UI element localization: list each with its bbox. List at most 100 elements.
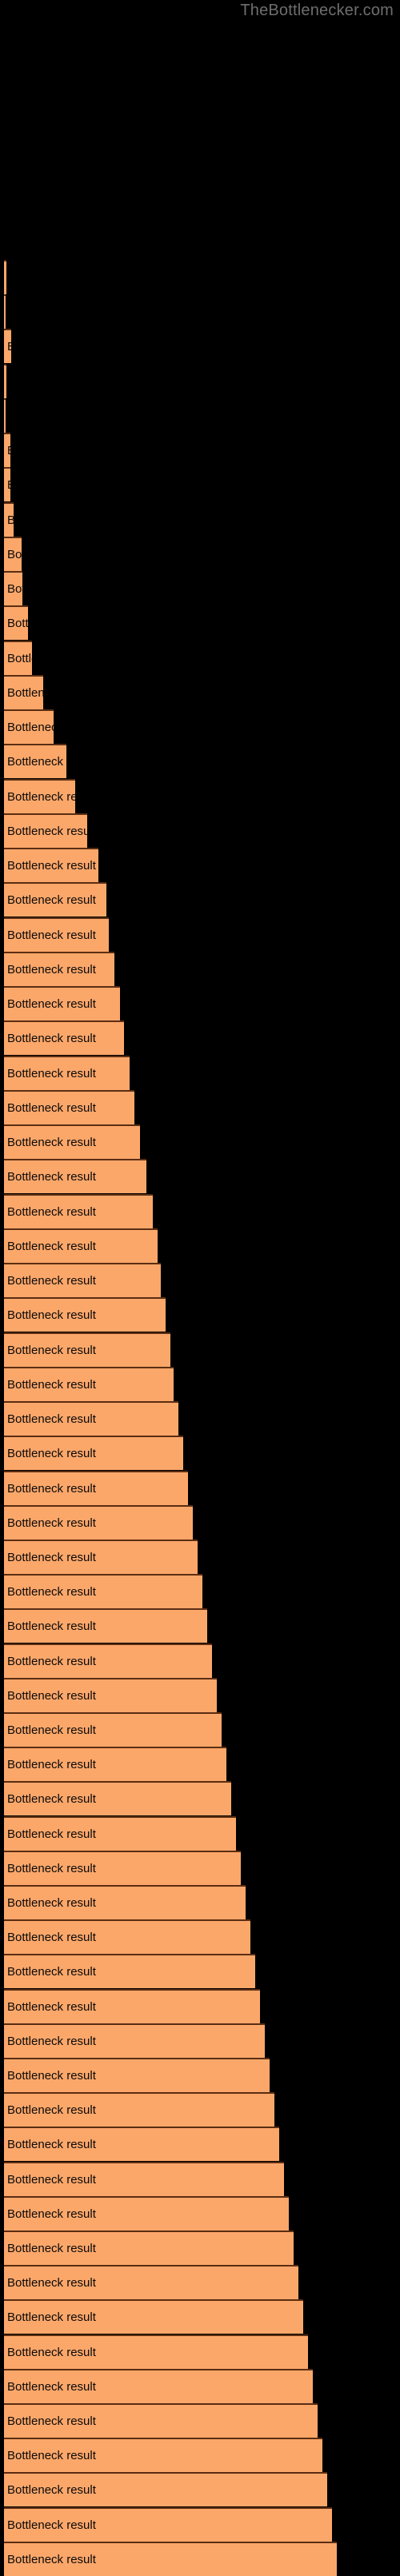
chart-bar[interactable]: Bottleneck result [4, 641, 32, 675]
chart-bar[interactable]: Bottleneck result [4, 2265, 298, 2299]
chart-bar[interactable]: Bottleneck result [4, 2403, 318, 2438]
chart-bar[interactable]: Bottleneck result [4, 1436, 183, 1470]
chart-bar[interactable]: Bottleneck result [4, 502, 14, 537]
chart-bar[interactable]: Bottleneck result [4, 2507, 332, 2542]
chart-bar[interactable]: Bottleneck result [4, 1954, 255, 1988]
bar-label: Bottleneck result [7, 720, 54, 734]
chart-bar[interactable]: Bottleneck result [4, 2369, 313, 2403]
chart-bar[interactable]: Bottleneck result [4, 1989, 260, 2023]
chart-bar[interactable]: Bottleneck result [4, 2334, 308, 2369]
bar-label: Bottleneck result [7, 858, 96, 873]
chart-bar[interactable]: Bottleneck result [4, 1056, 130, 1090]
chart-bar[interactable]: Bottleneck result [4, 467, 10, 501]
chart-bar[interactable]: Bottleneck result [4, 433, 10, 467]
chart-bar[interactable]: Bottleneck result [4, 1332, 170, 1367]
chart-bar[interactable]: Bottleneck result [4, 571, 22, 605]
chart-bar[interactable]: Bottleneck result [4, 1919, 250, 1954]
bar-label: Bottleneck result [7, 1239, 96, 1253]
bar-label: Bottleneck result [7, 928, 96, 942]
chart-bar[interactable]: Bottleneck result [4, 2127, 279, 2161]
chart-bar[interactable]: Bottleneck result [4, 605, 28, 640]
chart-bar[interactable]: Bottleneck result [4, 1020, 124, 1055]
bar-label: Bottleneck result [7, 824, 87, 838]
chart-bar[interactable]: Bottleneck result [4, 1090, 134, 1124]
chart-bar[interactable]: Bottleneck result [4, 2472, 327, 2506]
chart-bar[interactable]: Bottleneck result [4, 1712, 222, 1747]
bar-label: Bottleneck result [7, 478, 10, 493]
bar-label: Bottleneck result [7, 1446, 96, 1460]
chart-bar[interactable]: Bottleneck result [4, 1885, 246, 1919]
bar-label: Bottleneck result [7, 1066, 96, 1080]
chart-bar[interactable]: Bottleneck result [4, 986, 120, 1020]
chart-bar[interactable]: Bottleneck result [4, 813, 87, 848]
chart-bar[interactable]: Bottleneck result [4, 537, 22, 571]
chart-bar[interactable]: Bottleneck result [4, 1505, 193, 1540]
chart-bar[interactable]: Bottleneck result [4, 952, 114, 986]
bar-label: Bottleneck result [7, 1791, 96, 1806]
chart-bar[interactable]: Bottleneck result [4, 1540, 198, 1574]
chart-bar[interactable]: Bottleneck result [4, 1401, 178, 1436]
chart-bar[interactable]: Bottleneck result [4, 364, 6, 398]
chart-bar[interactable]: Bottleneck result [4, 294, 6, 329]
chart-bar[interactable]: Bottleneck result [4, 779, 75, 813]
bar-label: Bottleneck result [7, 2034, 96, 2048]
bar-label: Bottleneck result [7, 1273, 96, 1288]
bar-label: Bottleneck result [7, 789, 75, 804]
chart-bar[interactable]: Bottleneck result [4, 1574, 202, 1608]
chart-bar[interactable]: Bottleneck result [4, 2023, 265, 2058]
chart-bar[interactable]: Bottleneck result [4, 1124, 140, 1159]
chart-bar[interactable]: Bottleneck result [4, 1816, 236, 1851]
chart-bar[interactable]: Bottleneck result [4, 1263, 161, 1297]
chart-bar[interactable]: Bottleneck result [4, 1228, 158, 1263]
bar-label: Bottleneck result [7, 2068, 96, 2083]
bar-label: Bottleneck result [7, 1550, 96, 1564]
chart-bar[interactable]: Bottleneck result [4, 917, 109, 952]
chart-bar[interactable]: Bottleneck result [4, 2196, 289, 2231]
chart-bar[interactable]: Bottleneck result [4, 1851, 241, 1885]
chart-bar[interactable]: Bottleneck result [4, 2058, 270, 2092]
bar-label: Bottleneck result [7, 1964, 96, 1979]
chart-bar[interactable]: Bottleneck result [4, 1367, 174, 1401]
chart-bar[interactable]: Bottleneck result [4, 1678, 217, 1712]
bar-label: Bottleneck result [7, 1100, 96, 1115]
bar-label: Bottleneck result [7, 1377, 96, 1392]
chart-bar[interactable]: Bottleneck result [4, 848, 98, 882]
chart-bar[interactable]: Bottleneck result [4, 1608, 207, 1643]
chart-bar[interactable]: Bottleneck result [4, 2438, 322, 2472]
bar-label: Bottleneck result [7, 996, 96, 1011]
chart-bar[interactable]: Bottleneck result [4, 1781, 231, 1815]
chart-bar[interactable]: Bottleneck result [4, 744, 66, 778]
bar-label: Bottleneck result [7, 2448, 96, 2462]
chart-bar[interactable]: Bottleneck result [4, 2092, 274, 2127]
chart-bar[interactable]: Bottleneck result [4, 2299, 303, 2334]
bar-label: Bottleneck result [7, 2172, 96, 2187]
chart-bar[interactable]: Bottleneck result [4, 260, 6, 294]
bar-label: Bottleneck result [7, 2552, 96, 2566]
chart-bar[interactable]: Bottleneck result [4, 709, 54, 744]
chart-bar[interactable]: Bottleneck result [4, 1159, 146, 1193]
bar-label: Bottleneck result [7, 2137, 96, 2151]
chart-bar[interactable]: Bottleneck result [4, 1297, 166, 1332]
bar-label: Bottleneck result [7, 2241, 96, 2255]
bar-label: Bottleneck result [7, 2275, 96, 2290]
chart-bar[interactable]: Bottleneck result [4, 675, 43, 709]
chart-bar[interactable]: Bottleneck result [4, 1194, 153, 1228]
bar-label: Bottleneck result [7, 1723, 96, 1737]
chart-bar[interactable]: Bottleneck result [4, 2231, 294, 2265]
chart-bar[interactable]: Bottleneck result [4, 1471, 188, 1505]
bar-label: Bottleneck result [7, 2518, 96, 2532]
chart-bar[interactable]: Bottleneck result [4, 1643, 212, 1678]
bar-label: Bottleneck result [7, 1584, 96, 1599]
chart-bar[interactable]: Bottleneck result [4, 329, 11, 363]
chart-bar[interactable]: Bottleneck result [4, 1747, 226, 1781]
bar-label: Bottleneck result [7, 2207, 96, 2221]
bar-label: Bottleneck result [7, 547, 22, 561]
bar-label: Bottleneck result [7, 1930, 96, 1944]
bar-label: Bottleneck result [7, 1412, 96, 1426]
chart-bar[interactable]: Bottleneck result [4, 2162, 284, 2196]
chart-bar[interactable]: Bottleneck result [4, 398, 6, 433]
chart-bar[interactable]: Bottleneck result [4, 882, 106, 917]
bottleneck-chart-root: TheBottlenecker.com Bottleneck resultBot… [0, 0, 400, 2576]
bar-label: Bottleneck result [7, 340, 11, 354]
bar-label: Bottleneck result [7, 1895, 96, 1910]
